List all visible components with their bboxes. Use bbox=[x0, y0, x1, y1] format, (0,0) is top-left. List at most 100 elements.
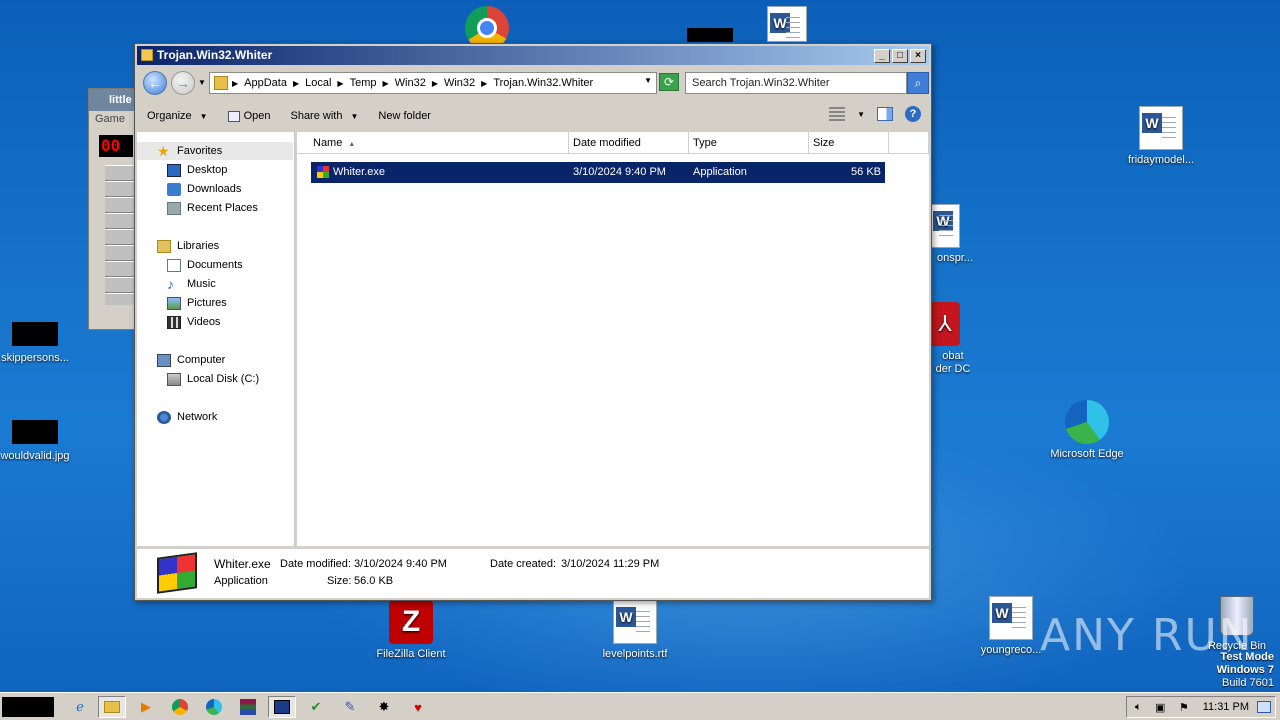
details-pane: Whiter.exe Application Date modified: 3/… bbox=[137, 548, 929, 598]
refresh-button[interactable]: ⟳ bbox=[659, 73, 679, 91]
column-header-name[interactable]: Name ▲ bbox=[297, 132, 569, 154]
view-dropdown[interactable]: ▼ bbox=[857, 110, 865, 119]
help-icon[interactable]: ? bbox=[905, 106, 921, 122]
app-taskbar-icon-3[interactable]: ✎ bbox=[336, 696, 364, 718]
nav-desktop-label: Desktop bbox=[187, 164, 228, 176]
details-type: Application bbox=[214, 575, 268, 587]
pictures-icon bbox=[167, 296, 181, 310]
breadcrumb-temp[interactable]: Temp bbox=[350, 77, 377, 89]
documents-icon bbox=[167, 258, 181, 272]
media-player-taskbar-icon[interactable]: ▶ bbox=[132, 696, 160, 718]
back-button[interactable]: ← bbox=[143, 71, 167, 95]
forward-button[interactable]: → bbox=[171, 71, 195, 95]
minesweeper-taskbar-icon[interactable]: ✸ bbox=[370, 696, 398, 718]
nav-music[interactable]: ♪ Music bbox=[137, 275, 216, 293]
recent-pages-dropdown[interactable]: ▼ bbox=[198, 78, 206, 87]
nav-network[interactable]: Network bbox=[137, 408, 217, 426]
details-size-label: Size: bbox=[327, 575, 352, 587]
nav-pictures[interactable]: Pictures bbox=[137, 294, 227, 312]
nav-documents[interactable]: Documents bbox=[137, 256, 243, 274]
word-desktop-icon-top[interactable] bbox=[742, 6, 832, 46]
new-folder-label: New folder bbox=[378, 110, 431, 122]
nav-libraries[interactable]: Libraries bbox=[137, 237, 219, 255]
address-bar-row: ← → ▼ ▶ AppData ▶ Local ▶ Temp ▶ Win32 ▶… bbox=[137, 68, 929, 96]
share-with-button[interactable]: Share with ▼ bbox=[280, 110, 368, 122]
column-header-type[interactable]: Type bbox=[689, 132, 809, 154]
open-icon bbox=[227, 110, 240, 122]
minesweeper-window[interactable]: little Game 00 bbox=[88, 88, 138, 330]
preview-pane-icon[interactable] bbox=[877, 107, 893, 121]
fridaymodel-icon[interactable]: fridaymodel... bbox=[1116, 106, 1206, 166]
breadcrumb-current[interactable]: Trojan.Win32.Whiter bbox=[493, 77, 593, 89]
levelpoints-icon[interactable]: levelpoints.rtf bbox=[590, 600, 680, 660]
nav-recent-places[interactable]: Recent Places bbox=[137, 199, 258, 217]
flag-icon[interactable]: ⚑ bbox=[1179, 701, 1189, 714]
app-taskbar-icon-1[interactable] bbox=[268, 696, 296, 718]
maximize-button[interactable]: □ bbox=[892, 49, 908, 63]
mine-counter: 00 bbox=[99, 135, 133, 157]
computer-icon bbox=[157, 353, 171, 367]
new-folder-button[interactable]: New folder bbox=[368, 110, 441, 122]
breadcrumb[interactable]: ▶ AppData ▶ Local ▶ Temp ▶ Win32 ▶ Win32… bbox=[209, 72, 657, 94]
minesweeper-titlebar[interactable]: little bbox=[89, 89, 137, 111]
edge-taskbar-icon[interactable] bbox=[200, 696, 228, 718]
file-list[interactable]: Name ▲ Date modified Type Size Whiter.exe… bbox=[297, 132, 929, 546]
application-icon bbox=[317, 166, 329, 178]
star-icon: ★ bbox=[157, 142, 170, 159]
minimize-button[interactable]: _ bbox=[874, 49, 890, 63]
fridaymodel-label: fridaymodel... bbox=[1127, 154, 1195, 166]
watermark-line2: Windows 7 bbox=[1216, 664, 1274, 676]
close-button[interactable]: × bbox=[910, 49, 926, 63]
organize-button[interactable]: Organize ▼ bbox=[137, 110, 218, 122]
column-name-label: Name bbox=[313, 137, 343, 149]
explorer-taskbar-icon[interactable] bbox=[98, 696, 126, 718]
filezilla-icon[interactable]: Z FileZilla Client bbox=[366, 600, 456, 660]
app-taskbar-icon-2[interactable]: ✔ bbox=[302, 696, 330, 718]
nav-computer-label: Computer bbox=[177, 354, 226, 366]
breadcrumb-win32-2[interactable]: Win32 bbox=[444, 77, 475, 89]
breadcrumb-win32-1[interactable]: Win32 bbox=[395, 77, 426, 89]
nav-local-disk[interactable]: Local Disk (C:) bbox=[137, 370, 259, 388]
nav-local-disk-label: Local Disk (C:) bbox=[187, 373, 260, 385]
winrar-taskbar-icon[interactable] bbox=[234, 696, 262, 718]
nav-videos[interactable]: Videos bbox=[137, 313, 220, 331]
change-view-icon[interactable] bbox=[829, 107, 846, 121]
address-dropdown[interactable]: ▼ bbox=[644, 76, 652, 85]
clock[interactable]: 11:31 PM bbox=[1203, 701, 1249, 713]
test-mode-watermark: Test Mode Windows 7 Build 7601 bbox=[1217, 651, 1274, 690]
column-header-size[interactable]: Size bbox=[809, 132, 889, 154]
minesweeper-menu-game[interactable]: Game bbox=[89, 111, 137, 129]
nav-downloads[interactable]: Downloads bbox=[137, 180, 241, 198]
breadcrumb-local[interactable]: Local bbox=[305, 77, 331, 89]
nav-favorites[interactable]: ★ Favorites bbox=[137, 142, 293, 160]
nav-computer[interactable]: Computer bbox=[137, 351, 225, 369]
search-icon[interactable]: ⌕ bbox=[907, 72, 929, 94]
details-modified-label: Date modified: bbox=[280, 558, 351, 570]
wouldvalid-icon[interactable]: wouldvalid.jpg bbox=[0, 420, 80, 462]
breadcrumb-appdata[interactable]: AppData bbox=[244, 77, 287, 89]
details-size-value: 56.0 KB bbox=[354, 575, 394, 587]
start-button[interactable] bbox=[2, 697, 54, 717]
levelpoints-label: levelpoints.rtf bbox=[602, 648, 668, 660]
hearts-taskbar-icon[interactable]: ♥ bbox=[404, 696, 432, 718]
ie-taskbar-icon[interactable]: ℯ bbox=[66, 696, 94, 718]
search-input[interactable]: Search Trojan.Win32.Whiter bbox=[685, 72, 907, 94]
column-header-date[interactable]: Date modified bbox=[569, 132, 689, 154]
nav-desktop[interactable]: Desktop bbox=[137, 161, 227, 179]
network-tray-icon[interactable]: ▣ bbox=[1155, 701, 1165, 714]
explorer-window[interactable]: Trojan.Win32.Whiter _ □ × ← → ▼ ▶ AppDat… bbox=[134, 43, 932, 601]
skippersons-icon[interactable]: skippersons... bbox=[0, 322, 80, 364]
edge-icon[interactable]: Microsoft Edge bbox=[1042, 400, 1132, 460]
open-button[interactable]: Open bbox=[218, 110, 281, 122]
mine-grid[interactable] bbox=[105, 165, 135, 305]
recent-places-icon bbox=[167, 201, 181, 215]
table-row[interactable]: Whiter.exe 3/10/2024 9:40 PM Application… bbox=[311, 162, 885, 183]
show-desktop-icon[interactable] bbox=[1257, 701, 1271, 713]
chrome-taskbar-icon[interactable] bbox=[166, 696, 194, 718]
breadcrumb-folder-icon bbox=[214, 76, 228, 90]
nav-libraries-label: Libraries bbox=[177, 240, 220, 252]
window-titlebar[interactable]: Trojan.Win32.Whiter _ □ × bbox=[137, 46, 929, 65]
filezilla-label: FileZilla Client bbox=[376, 648, 446, 660]
navigation-pane: ★ Favorites Desktop Downloads Recent Pla… bbox=[137, 132, 295, 546]
volume-icon[interactable]: 🔈︎ bbox=[1135, 701, 1142, 714]
